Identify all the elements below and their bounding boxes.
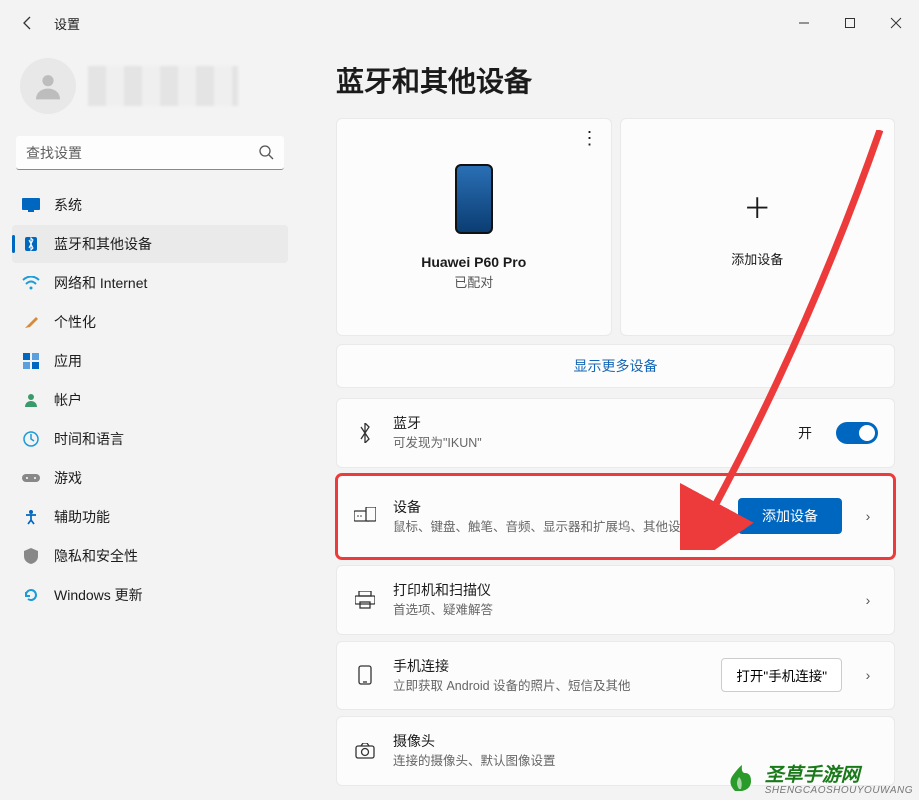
card-more-button[interactable]: ⋮	[581, 129, 599, 147]
phone-link-row[interactable]: 手机连接 立即获取 Android 设备的照片、短信及其他 打开"手机连接" ›	[336, 641, 895, 711]
watermark-url: SHENGCAOSHOUYOUWANG	[765, 785, 913, 796]
row-title: 打印机和扫描仪	[393, 580, 842, 600]
row-title: 设备	[393, 497, 722, 517]
nav-gaming[interactable]: 游戏	[12, 459, 288, 497]
main-content: 蓝牙和其他设备 ⋮ Huawei P60 Pro 已配对 ＋ 添加设备 显示更多…	[300, 46, 919, 800]
gamepad-icon	[22, 469, 40, 487]
app-title: 设置	[54, 14, 80, 33]
devices-icon	[353, 507, 377, 525]
search-icon	[258, 144, 274, 163]
device-name: Huawei P60 Pro	[421, 254, 526, 270]
printers-row[interactable]: 打印机和扫描仪 首选项、疑难解答 ›	[336, 565, 895, 635]
page-title: 蓝牙和其他设备	[336, 60, 895, 100]
bluetooth-icon	[22, 235, 40, 253]
phone-icon	[455, 164, 493, 234]
bluetooth-row[interactable]: 蓝牙 可发现为"IKUN" 开	[336, 398, 895, 468]
nav-label: 蓝牙和其他设备	[54, 234, 152, 254]
sidebar: 系统 蓝牙和其他设备 网络和 Internet 个性化 应用 帐户	[0, 46, 300, 800]
bluetooth-icon	[353, 423, 377, 443]
devices-row[interactable]: 设备 鼠标、键盘、触笔、音频、显示器和扩展坞、其他设备 添加设备 ›	[336, 474, 895, 560]
nav-list: 系统 蓝牙和其他设备 网络和 Internet 个性化 应用 帐户	[12, 186, 288, 614]
row-subtitle: 鼠标、键盘、触笔、音频、显示器和扩展坞、其他设备	[393, 519, 722, 537]
nav-privacy[interactable]: 隐私和安全性	[12, 537, 288, 575]
person-icon	[22, 391, 40, 409]
apps-icon	[22, 352, 40, 370]
device-status: 已配对	[454, 272, 493, 291]
printer-icon	[353, 591, 377, 609]
watermark-logo-icon	[725, 763, 759, 793]
avatar	[20, 58, 76, 114]
open-phone-link-button[interactable]: 打开"手机连接"	[721, 658, 842, 692]
watermark-name: 圣草手游网	[765, 760, 860, 787]
add-device-card[interactable]: ＋ 添加设备	[620, 118, 896, 336]
nav-label: 隐私和安全性	[54, 546, 138, 566]
maximize-button[interactable]	[827, 7, 873, 39]
bluetooth-toggle[interactable]	[836, 422, 878, 444]
nav-label: 辅助功能	[54, 507, 110, 527]
titlebar: 设置	[0, 0, 919, 46]
back-button[interactable]	[20, 15, 36, 31]
chevron-right-icon[interactable]: ›	[858, 667, 878, 683]
nav-windows-update[interactable]: Windows 更新	[12, 576, 288, 614]
nav-label: 系统	[54, 195, 82, 215]
row-title: 蓝牙	[393, 413, 782, 433]
row-subtitle: 立即获取 Android 设备的照片、短信及其他	[393, 678, 705, 696]
clock-globe-icon	[22, 430, 40, 448]
minimize-button[interactable]	[781, 7, 827, 39]
toggle-state-label: 开	[798, 423, 812, 443]
row-title: 手机连接	[393, 656, 705, 676]
paired-device-card[interactable]: ⋮ Huawei P60 Pro 已配对	[336, 118, 612, 336]
show-more-label: 显示更多设备	[574, 356, 658, 376]
search-input[interactable]	[16, 136, 284, 170]
nav-personalization[interactable]: 个性化	[12, 303, 288, 341]
phone-icon	[353, 665, 377, 685]
nav-label: Windows 更新	[54, 585, 143, 605]
add-device-label: 添加设备	[731, 249, 783, 268]
row-subtitle: 首选项、疑难解答	[393, 602, 842, 620]
accessibility-icon	[22, 508, 40, 526]
shield-icon	[22, 547, 40, 565]
brush-icon	[22, 313, 40, 331]
camera-icon	[353, 743, 377, 759]
nav-bluetooth[interactable]: 蓝牙和其他设备	[12, 225, 288, 263]
monitor-icon	[22, 196, 40, 214]
nav-network[interactable]: 网络和 Internet	[12, 264, 288, 302]
nav-accounts[interactable]: 帐户	[12, 381, 288, 419]
nav-system[interactable]: 系统	[12, 186, 288, 224]
add-device-button[interactable]: 添加设备	[738, 498, 842, 534]
show-more-devices[interactable]: 显示更多设备	[336, 344, 895, 388]
row-subtitle: 可发现为"IKUN"	[393, 435, 782, 453]
nav-label: 时间和语言	[54, 429, 124, 449]
nav-label: 个性化	[54, 312, 96, 332]
nav-label: 帐户	[54, 390, 82, 410]
user-info[interactable]	[12, 54, 288, 126]
wifi-icon	[22, 274, 40, 292]
nav-accessibility[interactable]: 辅助功能	[12, 498, 288, 536]
nav-time-language[interactable]: 时间和语言	[12, 420, 288, 458]
username-redacted	[88, 66, 238, 106]
watermark: 圣草手游网 SHENGCAOSHOUYOUWANG	[725, 760, 913, 796]
nav-label: 游戏	[54, 468, 82, 488]
nav-label: 应用	[54, 351, 82, 371]
window-controls	[781, 7, 919, 39]
update-icon	[22, 586, 40, 604]
row-title: 摄像头	[393, 731, 878, 751]
nav-apps[interactable]: 应用	[12, 342, 288, 380]
plus-icon: ＋	[743, 187, 771, 227]
nav-label: 网络和 Internet	[54, 273, 147, 293]
chevron-right-icon[interactable]: ›	[858, 508, 878, 524]
chevron-right-icon[interactable]: ›	[858, 592, 878, 608]
close-button[interactable]	[873, 7, 919, 39]
